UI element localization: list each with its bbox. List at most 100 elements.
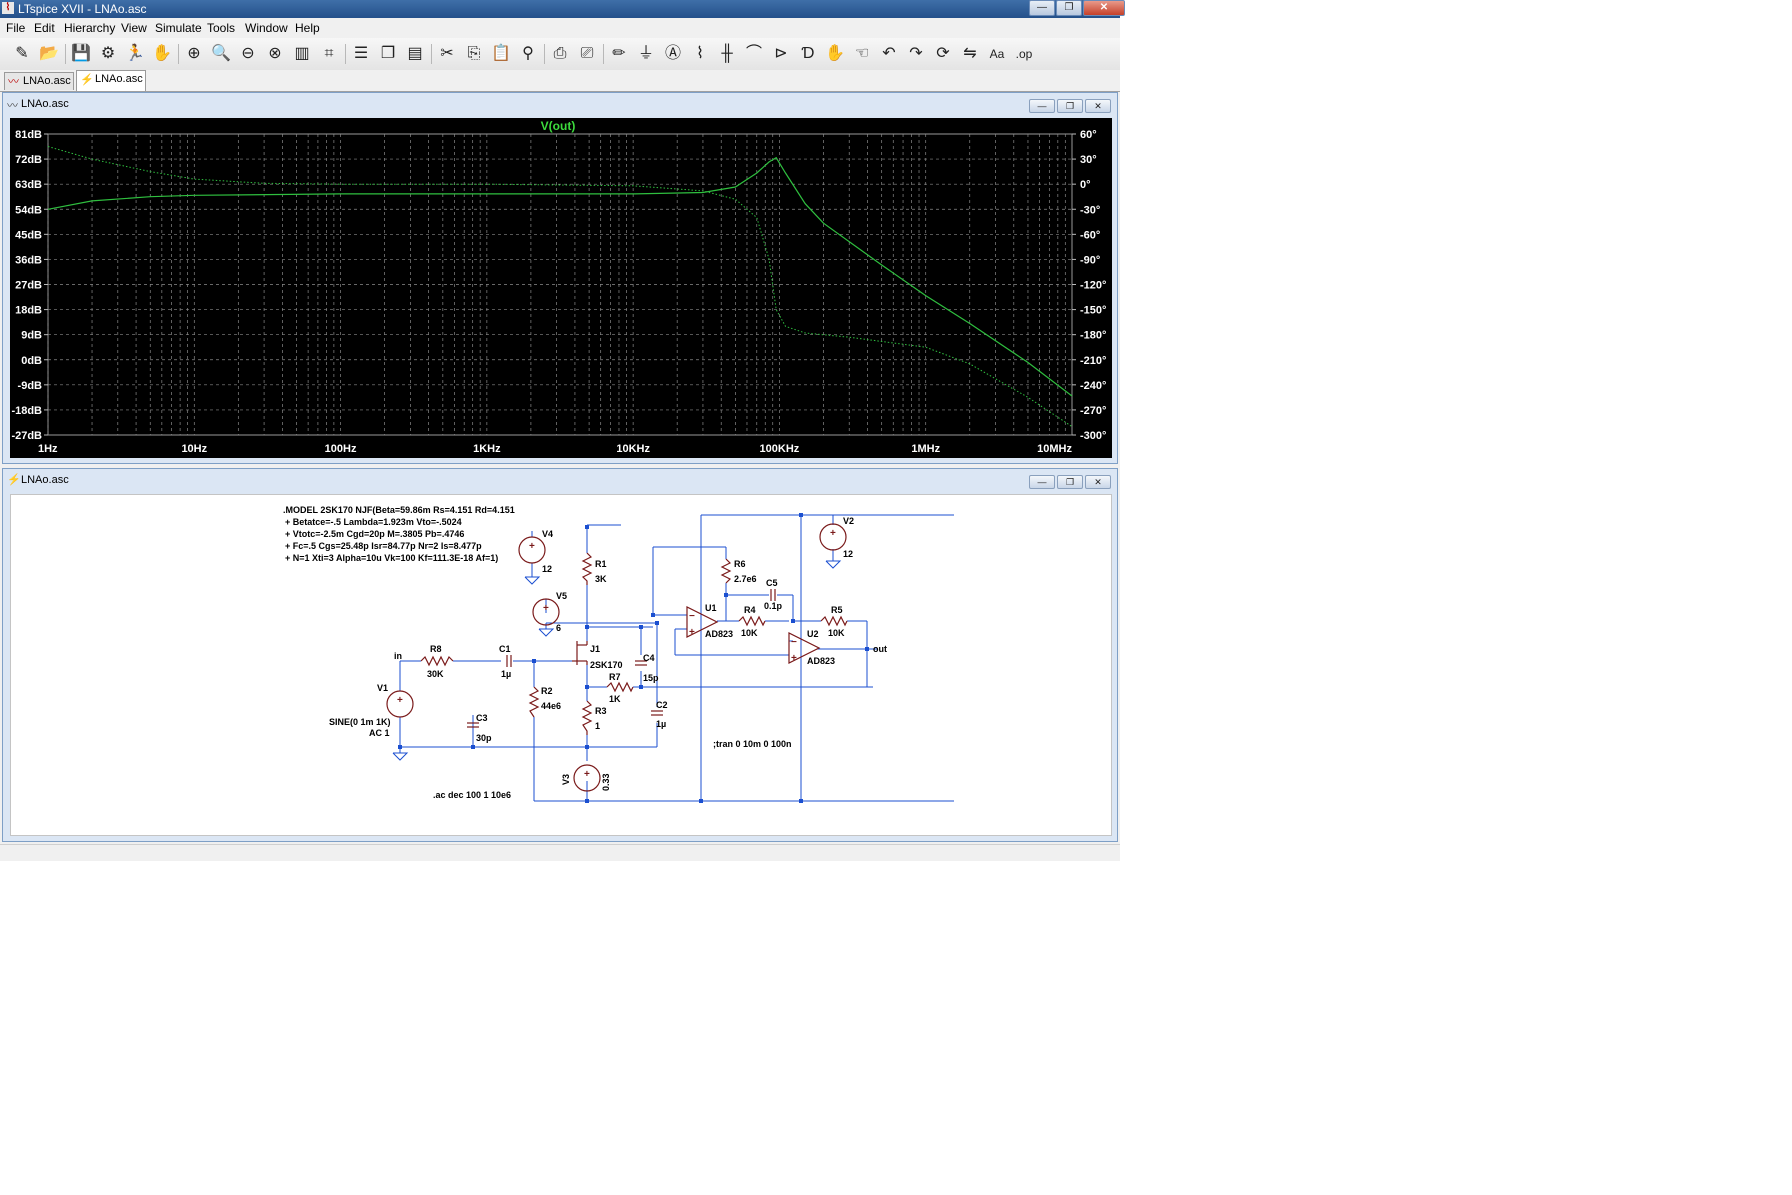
y-tick-label-right: 60° (1080, 129, 1097, 141)
menu-simulate[interactable]: Simulate (155, 21, 202, 35)
spice-directive-icon[interactable]: .op (1012, 42, 1036, 66)
waveform-maximize-button[interactable]: ❐ (1057, 99, 1083, 113)
control-panel-icon[interactable]: ⚙ (96, 42, 120, 66)
zoom-in-icon[interactable]: ⊕ (182, 42, 206, 66)
svg-text:−: − (791, 637, 797, 648)
r1-value: 3K (595, 574, 607, 584)
y-tick-label-left: 0dB (21, 355, 42, 367)
print-setup-icon[interactable]: ⎚ (575, 42, 599, 66)
schematic-canvas[interactable]: + + + + + − + − + .MODEL 2SK170 NJF(Beta=59.86m… (10, 494, 1112, 836)
menu-view[interactable]: View (121, 21, 147, 35)
x-tick-label: 100Hz (325, 443, 357, 455)
model-line-3: + Vtotc=-2.5m Cgd=20p M=.3805 Pb=.4746 (285, 529, 464, 539)
save-icon[interactable]: 💾 (69, 42, 93, 66)
draw-wire-icon[interactable]: ✏ (607, 42, 631, 66)
v5-value: 6 (556, 623, 561, 633)
menu-window[interactable]: Window (245, 21, 288, 35)
ground-icon[interactable]: ⏚ (634, 42, 658, 66)
paste-icon[interactable]: 📋 (489, 42, 513, 66)
label-net-icon[interactable]: Ⓐ (661, 42, 685, 66)
waveform-icon: 〰 (7, 100, 18, 112)
ltspice-app-icon: ⌇ (2, 2, 14, 14)
menu-help[interactable]: Help (295, 21, 320, 35)
rotate-icon[interactable]: ⟳ (931, 42, 955, 66)
autorange-icon[interactable]: ▥ (290, 42, 314, 66)
text-icon[interactable]: Aa (985, 42, 1009, 66)
tab-waveform[interactable]: 〰 LNAo.asc (4, 72, 74, 90)
c2-value: 1µ (656, 719, 666, 729)
new-schematic-icon[interactable]: ✎ (10, 42, 34, 66)
r3-label: R3 (595, 706, 607, 716)
v4-value: 12 (542, 564, 552, 574)
j1-value: 2SK170 (590, 660, 623, 670)
schematic-drawing: + + + + + − + − + .MODEL 2SK170 NJF(Beta=59.86m… (283, 505, 954, 803)
u1-value: AD823 (705, 629, 733, 639)
undo-icon[interactable]: ↶ (877, 42, 901, 66)
minimize-button[interactable]: — (1029, 0, 1055, 16)
drag-icon[interactable]: ☜ (850, 42, 874, 66)
close-button[interactable]: ✕ (1083, 0, 1125, 16)
y-tick-label-right: 30° (1080, 154, 1097, 166)
y-tick-label-right: -240° (1080, 380, 1106, 392)
waveform-plot-pane[interactable]: 81dB 60° 72dB 30° 63dB 0° 54dB -30° 45dB -60° 36dB… (10, 118, 1112, 458)
halt-icon[interactable]: ✋ (150, 42, 174, 66)
v3-label: V3 (561, 774, 571, 785)
y-tick-label-left: -18dB (11, 405, 42, 417)
cut-icon[interactable]: ✂ (435, 42, 459, 66)
resistor-icon[interactable]: ⌇ (688, 42, 712, 66)
ltspice-window: ⌇ LTspice XVII - LNAo.asc — ❐ ✕ File Edi… (0, 0, 1125, 861)
tile-horizontal-icon[interactable]: ☰ (349, 42, 373, 66)
schematic-minimize-button[interactable]: — (1029, 475, 1055, 489)
menu-file[interactable]: File (6, 21, 25, 35)
schematic-close-button[interactable]: ✕ (1085, 475, 1111, 489)
model-directive: .MODEL 2SK170 NJF(Beta=59.86m Rs=4.151 R… (283, 505, 515, 563)
r2-value: 44e6 (541, 701, 561, 711)
svg-text:+: + (543, 603, 549, 614)
zoom-cancel-icon[interactable]: ⊗ (263, 42, 287, 66)
inductor-icon[interactable]: ⌒ (742, 42, 766, 66)
capacitor-icon[interactable]: ╫ (715, 42, 739, 66)
v1-value-ac: AC 1 (369, 728, 390, 738)
menu-hierarchy[interactable]: Hierarchy (64, 21, 115, 35)
c3-value: 30p (476, 733, 492, 743)
y-tick-label-left: 27dB (15, 280, 42, 292)
find-icon[interactable]: ⚲ (516, 42, 540, 66)
component-icon[interactable]: Ɗ (796, 42, 820, 66)
move-icon[interactable]: ✋ (823, 42, 847, 66)
ac-directive[interactable]: .ac dec 100 1 10e6 (433, 790, 511, 800)
trace-title[interactable]: V(out) (541, 119, 576, 133)
c3-label: C3 (476, 713, 488, 723)
x-tick-label: 1KHz (473, 443, 501, 455)
menu-tools[interactable]: Tools (207, 21, 235, 35)
menu-edit[interactable]: Edit (34, 21, 55, 35)
c4-label: C4 (643, 653, 655, 663)
open-icon[interactable]: 📂 (37, 42, 61, 66)
run-icon[interactable]: 🏃 (123, 42, 147, 66)
y-tick-label-left: 45dB (15, 229, 42, 241)
copy-icon[interactable]: ⎘ (462, 42, 486, 66)
cascade-icon[interactable]: ❐ (376, 42, 400, 66)
v1-value-sine: SINE(0 1m 1K) (329, 717, 391, 727)
zoom-full-icon[interactable]: 🔍 (209, 42, 233, 66)
schematic-maximize-button[interactable]: ❐ (1057, 475, 1083, 489)
svg-text:+: + (689, 627, 695, 638)
y-tick-label-left: -27dB (11, 430, 42, 442)
tile-vertical-icon[interactable]: ▤ (403, 42, 427, 66)
diode-icon[interactable]: ⊳ (769, 42, 793, 66)
waveform-close-button[interactable]: ✕ (1085, 99, 1111, 113)
waveform-minimize-button[interactable]: — (1029, 99, 1055, 113)
r6-value: 2.7e6 (734, 574, 757, 584)
y-tick-label-left: 72dB (15, 154, 42, 166)
mirror-icon[interactable]: ⇋ (958, 42, 982, 66)
tran-directive[interactable]: ;tran 0 10m 0 100n (713, 739, 792, 749)
magnitude-trace[interactable] (47, 156, 1073, 397)
print-icon[interactable]: ⎙ (548, 42, 572, 66)
tab-schematic[interactable]: ⚡ LNAo.asc (76, 70, 146, 91)
y-tick-label-left: -9dB (18, 380, 43, 392)
cursor-icon[interactable]: ⌗ (317, 42, 341, 66)
maximize-button[interactable]: ❐ (1056, 0, 1082, 16)
redo-icon[interactable]: ↷ (904, 42, 928, 66)
toolbar-separator (345, 44, 346, 64)
zoom-out-icon[interactable]: ⊖ (236, 42, 260, 66)
plot-ticks: 81dB 60° 72dB 30° 63dB 0° 54dB -30° 45dB -60° 36dB… (11, 129, 1106, 455)
